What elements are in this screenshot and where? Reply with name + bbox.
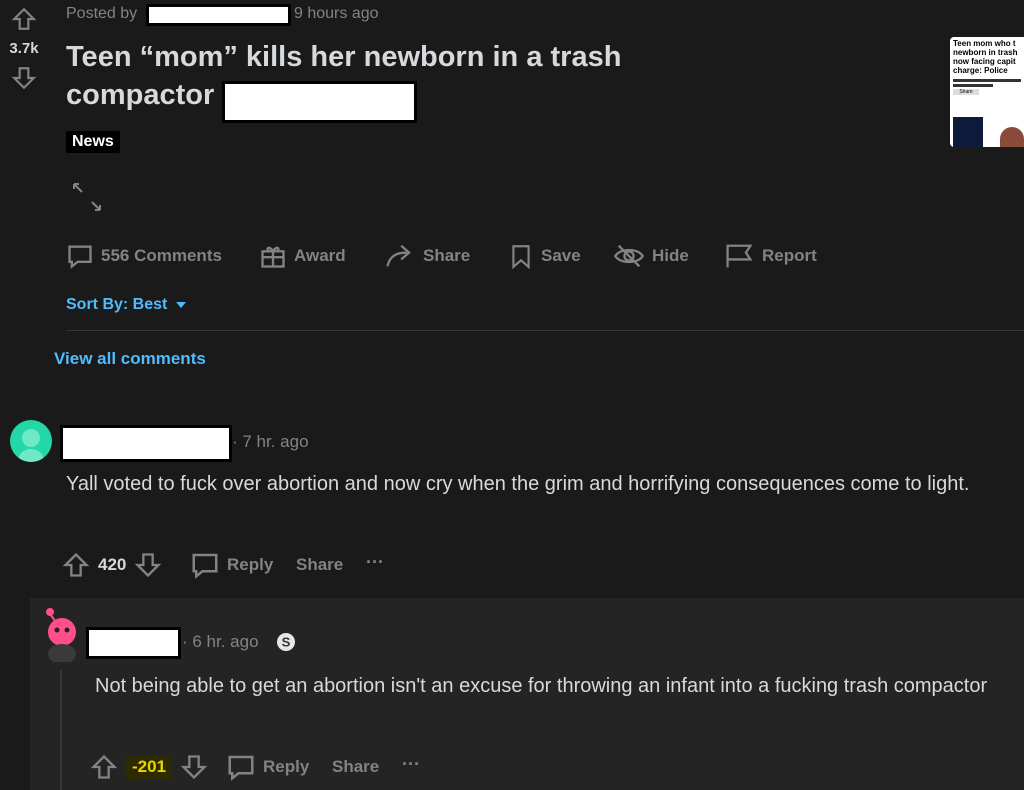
divider [66,330,1024,331]
thumbnail-share-button: Share [953,89,979,95]
comment-body: Yall voted to fuck over abortion and now… [66,473,970,495]
comments-button[interactable]: 556 Comments [66,242,222,270]
report-label: Report [762,246,817,265]
comment-icon [228,755,254,781]
flag-icon [726,244,753,268]
downvote-icon[interactable] [180,752,208,782]
share-button[interactable]: Share [384,242,470,270]
post-flair[interactable]: News [66,131,120,153]
posted-by-label: Posted by [66,5,138,22]
upvote-icon[interactable] [62,550,90,580]
redacted-username [86,627,181,659]
share-icon [386,244,411,267]
redacted-title-text [222,81,417,123]
comment-share-button[interactable]: Share [296,555,343,575]
reply-button[interactable]: Reply [190,550,273,580]
expand-icon[interactable] [70,180,104,214]
share-label: Share [423,246,471,265]
post-vote-column: 3.7k [4,6,44,91]
save-button[interactable]: Save [508,242,581,270]
post-score: 3.7k [9,40,39,57]
post-time: 9 hours ago [294,5,379,22]
report-button[interactable]: Report [723,242,817,270]
sort-label: Sort By: Best [66,296,168,313]
eye-slash-icon [613,244,645,268]
sort-dropdown[interactable]: Sort By: Best [66,296,187,314]
downvote-icon[interactable] [11,65,37,91]
reply-label: Reply [263,757,310,776]
comment-share-button[interactable]: Share [332,757,379,777]
hide-button[interactable]: Hide [613,242,689,270]
comment-actions: 420 [62,550,162,580]
redacted-username [146,4,291,26]
thumbnail-line [953,84,993,87]
snoo-avatar-icon [19,429,43,462]
award-button[interactable]: Award [259,242,346,270]
comment-score: -201 [126,755,173,779]
more-options-button[interactable]: ··· [402,754,420,775]
hide-label: Hide [652,246,689,265]
reply-label: Reply [227,555,274,574]
avatar[interactable] [10,420,52,462]
thumbnail-headline: Teen mom who t newborn in trash now faci… [953,39,1018,75]
upvote-icon[interactable] [11,6,37,32]
comments-label: 556 Comments [101,246,222,265]
thumbnail-line [953,79,1021,82]
redacted-username [60,425,232,462]
view-all-comments-link[interactable]: View all comments [54,349,206,369]
avatar[interactable] [38,604,86,662]
downvote-icon[interactable] [134,550,162,580]
caret-down-icon [176,302,187,308]
award-label: Award [294,246,346,265]
comment-icon [192,553,218,579]
svg-text:S: S [282,635,291,650]
upvote-icon[interactable] [90,752,118,782]
comment-time: · 6 hr. ago [182,632,259,651]
bookmark-icon [512,245,530,270]
more-options-button[interactable]: ··· [366,552,384,573]
thumbnail-image-right [1000,127,1024,147]
comment-actions: -201 [90,752,208,782]
gift-icon [261,246,285,268]
thumbnail-image-left [953,117,983,147]
silver-award-icon[interactable]: S [276,632,296,652]
comment-body: Not being able to get an abortion isn't … [95,675,988,697]
post-thumbnail[interactable]: Teen mom who t newborn in trash now faci… [950,37,1024,147]
reply-button[interactable]: Reply [226,752,309,782]
comment-time: · 7 hr. ago [232,432,309,451]
thread-line[interactable] [60,670,62,790]
comment-score: 420 [98,555,127,574]
comment-icon [68,245,92,269]
save-label: Save [541,246,581,265]
